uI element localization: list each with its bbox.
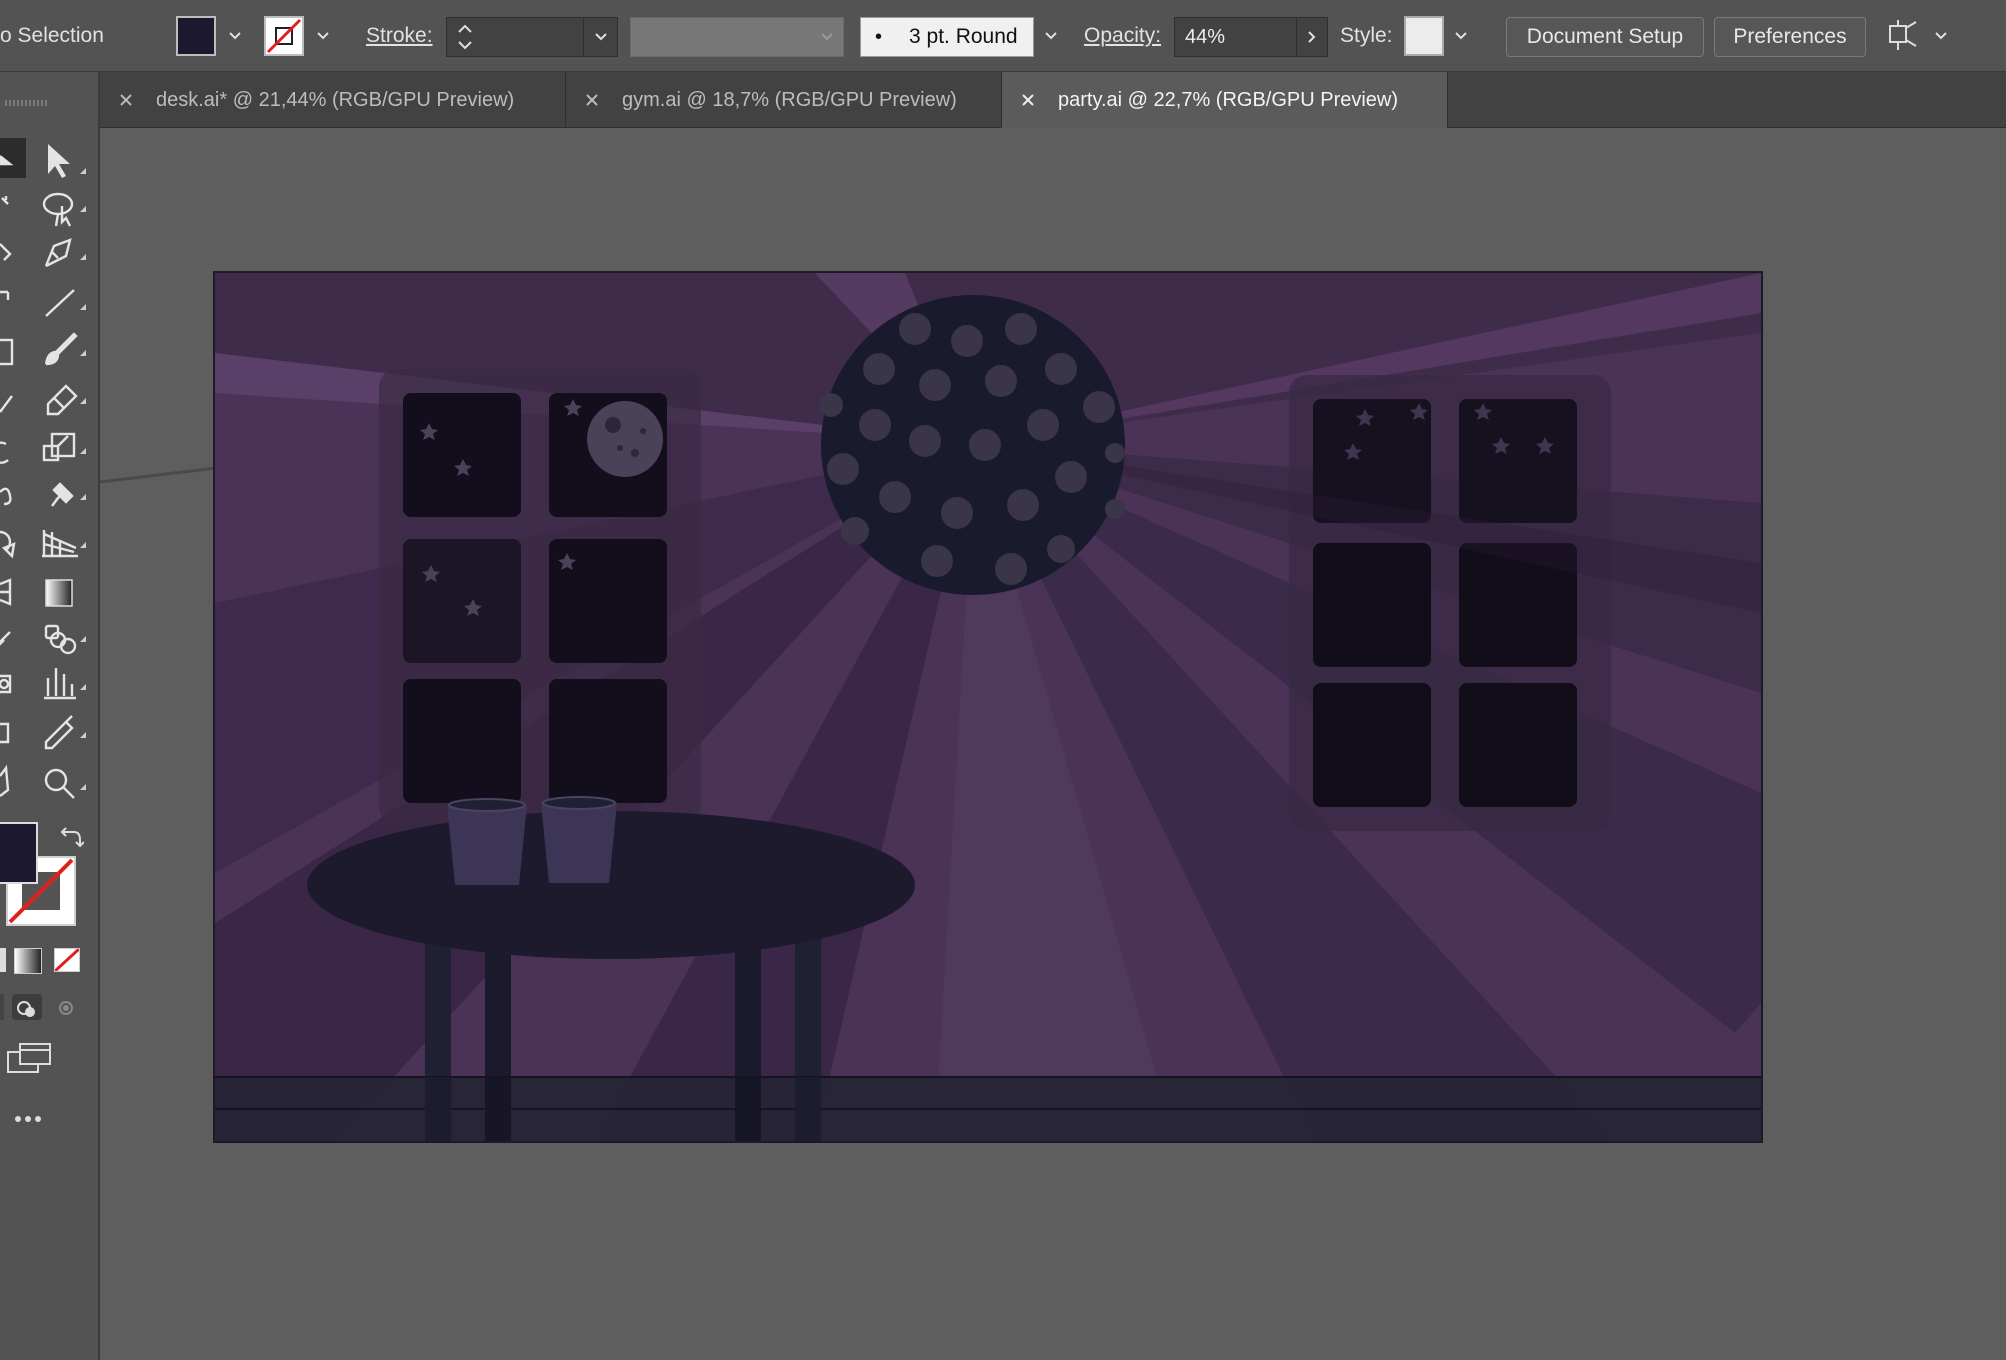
variable-width-profile[interactable] xyxy=(630,17,844,57)
scale-tool-icon[interactable] xyxy=(40,426,80,466)
draw-modes-icon[interactable] xyxy=(0,992,80,1022)
eyedropper-tool-icon[interactable] xyxy=(0,618,40,658)
style-label: Style: xyxy=(1340,24,1393,47)
close-icon[interactable] xyxy=(118,92,134,108)
artboard-party[interactable] xyxy=(213,271,1763,1143)
brush-definition-field[interactable]: • 3 pt. Round xyxy=(860,17,1034,57)
document-setup-button[interactable]: Document Setup xyxy=(1506,17,1704,57)
swap-fill-stroke-icon[interactable] xyxy=(56,824,84,852)
blend-tool-icon[interactable] xyxy=(40,618,80,658)
paintbrush-tool-icon[interactable] xyxy=(40,330,80,370)
pen-tool-icon[interactable] xyxy=(0,234,40,274)
floor xyxy=(215,1076,1761,1141)
none-mode-button[interactable] xyxy=(54,948,80,972)
puppet-warp-tool-icon[interactable] xyxy=(40,474,80,514)
lasso-tool-icon[interactable] xyxy=(40,186,80,226)
stroke-label: Stroke: xyxy=(366,24,433,47)
close-icon[interactable] xyxy=(584,92,600,108)
rotate-tool-icon[interactable] xyxy=(0,426,40,466)
gradient-tool-icon[interactable] xyxy=(40,570,80,610)
stroke-weight-field[interactable] xyxy=(446,17,618,57)
chevron-down-icon xyxy=(229,32,241,40)
graphic-style-dropdown[interactable] xyxy=(1444,14,1478,58)
party-illustration xyxy=(215,273,1761,1141)
disco-ball xyxy=(819,295,1125,595)
chevron-down-icon xyxy=(1045,32,1057,40)
tab-label: gym.ai @ 18,7% (RGB/GPU Preview) xyxy=(622,88,957,111)
arrange-documents-icon[interactable] xyxy=(1884,16,1924,56)
slice-tool-icon[interactable] xyxy=(40,714,80,754)
opacity-value: 44% xyxy=(1185,26,1226,48)
eraser-tool-icon[interactable] xyxy=(40,378,80,418)
preferences-button[interactable]: Preferences xyxy=(1714,17,1866,57)
stepper-icon xyxy=(458,24,472,50)
close-icon[interactable] xyxy=(1020,92,1036,108)
direct-selection-tool-icon[interactable] xyxy=(40,138,80,178)
opacity-label: Opacity: xyxy=(1084,24,1162,47)
chevron-down-icon xyxy=(595,33,607,41)
brush-definition-dropdown[interactable] xyxy=(1034,14,1068,58)
shape-builder-tool-icon[interactable] xyxy=(0,522,40,562)
graphic-style-swatch[interactable] xyxy=(1404,16,1444,56)
tab-party[interactable]: party.ai @ 22,7% (RGB/GPU Preview) xyxy=(1002,72,1448,128)
control-bar: o Selection Stroke: • 3 pt. Round Opacit… xyxy=(0,0,2006,72)
no-stroke-icon xyxy=(266,18,302,54)
arrange-documents-dropdown[interactable] xyxy=(1924,14,1958,58)
type-tool-icon[interactable] xyxy=(0,282,40,322)
warp-tool-icon[interactable] xyxy=(0,474,40,514)
stroke-swatch[interactable] xyxy=(264,16,304,56)
stroke-dropdown-button[interactable] xyxy=(306,14,340,58)
more-tools-icon[interactable] xyxy=(10,1112,50,1126)
chevron-down-icon xyxy=(821,33,833,41)
perspective-grid-tool-icon[interactable] xyxy=(40,522,80,562)
document-tabs: desk.ai* @ 21,44% (RGB/GPU Preview) gym.… xyxy=(100,72,2006,128)
screen-mode-icon[interactable] xyxy=(6,1042,54,1076)
opacity-expand-button[interactable] xyxy=(1296,18,1327,56)
gradient-mode-button[interactable] xyxy=(14,948,42,974)
zoom-tool-icon[interactable] xyxy=(40,762,80,802)
line-tool-icon[interactable] xyxy=(40,282,80,322)
shaper-tool-icon[interactable] xyxy=(0,378,40,418)
chevron-right-icon xyxy=(1308,31,1316,43)
stroke-weight-dropdown[interactable] xyxy=(583,18,618,56)
curvature-tool-icon[interactable] xyxy=(40,234,80,274)
dot-icon: • xyxy=(875,26,883,48)
tab-gym[interactable]: gym.ai @ 18,7% (RGB/GPU Preview) xyxy=(566,72,1002,128)
magic-wand-tool-icon[interactable] xyxy=(0,186,40,226)
hand-tool-icon[interactable] xyxy=(0,762,40,802)
right-window xyxy=(1289,375,1611,831)
tools-panel xyxy=(0,72,100,1360)
tab-label: desk.ai* @ 21,44% (RGB/GPU Preview) xyxy=(156,88,515,111)
chevron-down-icon xyxy=(317,32,329,40)
symbol-sprayer-tool-icon[interactable] xyxy=(0,666,40,706)
mesh-tool-icon[interactable] xyxy=(0,570,40,610)
brush-definition-value: 3 pt. Round xyxy=(909,25,1018,48)
tab-desk[interactable]: desk.ai* @ 21,44% (RGB/GPU Preview) xyxy=(100,72,566,128)
selection-label: o Selection xyxy=(0,24,104,47)
rectangle-tool-icon[interactable] xyxy=(0,330,40,370)
fill-color-swatch[interactable] xyxy=(0,822,38,884)
opacity-field[interactable]: 44% xyxy=(1174,17,1328,57)
selection-tool-icon[interactable] xyxy=(0,138,40,178)
tab-label: party.ai @ 22,7% (RGB/GPU Preview) xyxy=(1058,88,1399,111)
fill-dropdown-button[interactable] xyxy=(218,14,252,58)
pasteboard-guide xyxy=(100,466,217,484)
chevron-down-icon xyxy=(1935,32,1947,40)
left-window xyxy=(379,369,701,825)
no-color-icon xyxy=(55,949,79,971)
column-graph-tool-icon[interactable] xyxy=(40,666,80,706)
color-mode-button[interactable] xyxy=(0,948,6,972)
chevron-down-icon xyxy=(1455,32,1467,40)
artboard-tool-icon[interactable] xyxy=(0,714,40,754)
fill-swatch[interactable] xyxy=(176,16,216,56)
